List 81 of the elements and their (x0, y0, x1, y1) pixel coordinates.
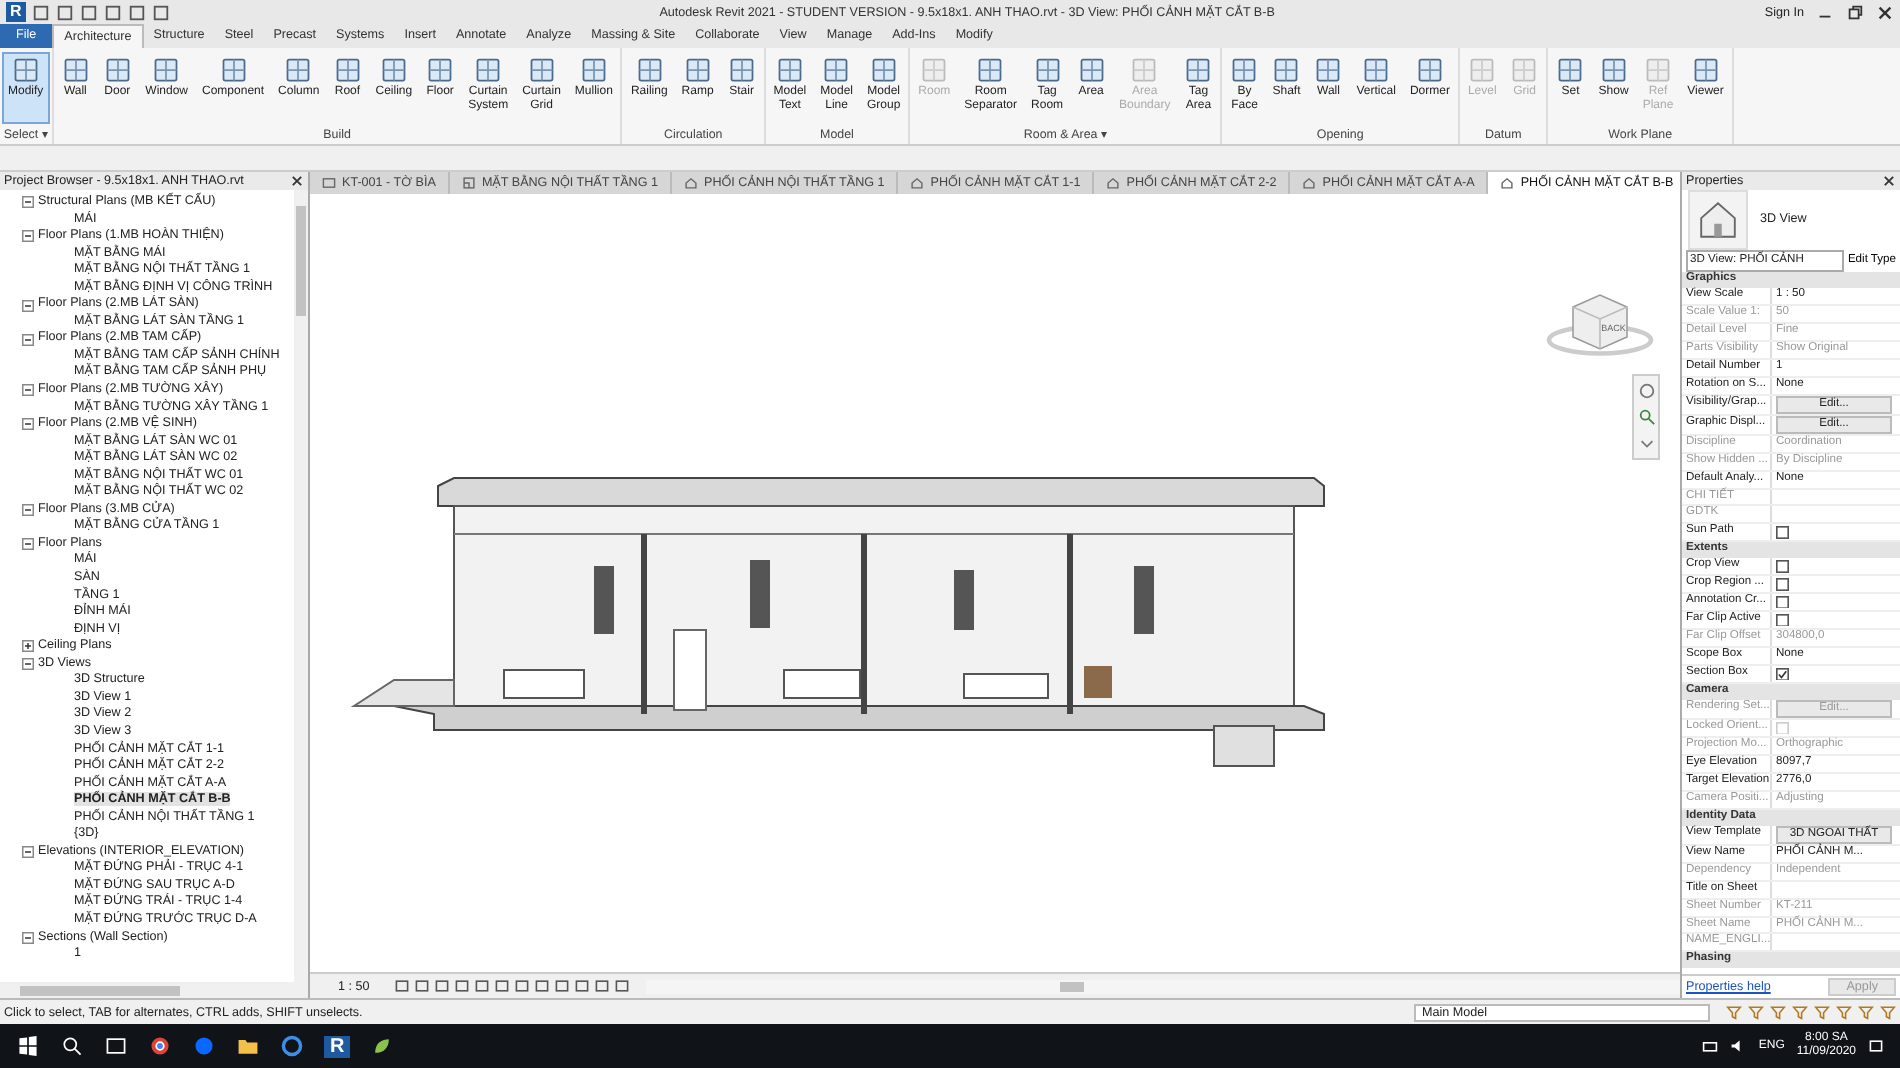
tool-icon (1077, 56, 1106, 84)
collapse-icon[interactable] (22, 333, 34, 346)
tool-icon (527, 56, 556, 84)
tool-icon (1362, 56, 1391, 84)
tool-icon (474, 56, 503, 84)
tool-icon (683, 56, 712, 84)
tool-icon (1033, 56, 1062, 84)
tool-icon (1599, 56, 1628, 84)
tool-icon (775, 56, 804, 84)
revit-taskbar-button[interactable]: R (324, 1035, 351, 1057)
collapse-icon[interactable] (22, 230, 34, 243)
tool-icon (727, 56, 756, 84)
network-icon[interactable] (1702, 1038, 1719, 1054)
tool-icon (1691, 56, 1720, 84)
chat-icon[interactable] (192, 1034, 216, 1058)
wheel-icon[interactable] (1637, 382, 1655, 400)
checkbox[interactable] (1776, 578, 1789, 592)
tool-icon (219, 56, 248, 84)
folder-icon[interactable] (236, 1034, 260, 1058)
tool-icon (976, 56, 1005, 84)
house-icon (1106, 176, 1121, 190)
close-icon[interactable] (290, 174, 304, 188)
tool-icon (1272, 56, 1301, 84)
collapse-icon[interactable] (22, 846, 34, 859)
collapse-icon[interactable] (22, 384, 34, 397)
collapse-icon[interactable] (22, 931, 34, 944)
tool-icon (635, 56, 664, 84)
close-icon[interactable] (1876, 3, 1894, 21)
tool-icon (1130, 56, 1159, 84)
tool-icon (579, 56, 608, 84)
tool-icon (1643, 56, 1672, 84)
globe-icon[interactable] (280, 1034, 304, 1058)
search-icon[interactable] (60, 1034, 84, 1058)
collapse-icon[interactable] (22, 538, 34, 551)
tool-icon (152, 56, 181, 84)
tool-icon (1230, 56, 1259, 84)
tool-icon (1314, 56, 1343, 84)
notification-icon[interactable] (1868, 1038, 1884, 1054)
tool-icon (284, 56, 313, 84)
tool-icon (1184, 56, 1213, 84)
house-icon (1302, 176, 1317, 190)
scrollbar[interactable] (0, 982, 308, 998)
tool-icon (426, 56, 455, 84)
app-logo[interactable]: R (6, 2, 26, 22)
close-icon[interactable] (1882, 174, 1896, 188)
leaf-icon[interactable] (370, 1034, 395, 1058)
windows-icon[interactable] (16, 1034, 40, 1058)
tool-icon (1415, 56, 1444, 84)
checked-checkbox[interactable] (1776, 667, 1789, 681)
house-icon (684, 176, 698, 190)
zoom-icon[interactable] (1637, 408, 1655, 426)
tool-icon (920, 56, 949, 84)
collapse-icon[interactable] (22, 504, 34, 517)
tool-icon (1468, 56, 1497, 84)
plan-icon (461, 176, 476, 190)
scrollbar[interactable] (294, 190, 308, 982)
scrollbar[interactable] (645, 979, 1680, 993)
task-view-icon[interactable] (104, 1034, 128, 1058)
house-icon (1500, 176, 1515, 190)
house-icon (910, 176, 925, 190)
tool-icon (1556, 56, 1585, 84)
collapse-icon[interactable] (22, 299, 34, 312)
collapse-icon[interactable] (22, 418, 34, 431)
checkbox[interactable] (1776, 595, 1789, 609)
expand-icon[interactable] (22, 640, 34, 653)
checkbox[interactable] (1776, 526, 1789, 540)
checkbox[interactable] (1776, 613, 1789, 627)
collapse-icon[interactable] (22, 658, 34, 671)
restore-icon[interactable] (1846, 3, 1864, 21)
tool-icon (61, 56, 90, 84)
tool-icon (1510, 56, 1539, 84)
collapse-icon[interactable] (22, 196, 34, 209)
checkbox[interactable] (1776, 560, 1789, 574)
tool-icon (822, 56, 851, 84)
tool-icon (11, 56, 40, 84)
browser-icon[interactable] (148, 1034, 172, 1058)
tool-icon (869, 56, 898, 84)
tool-icon (379, 56, 408, 84)
tool-icon (333, 56, 362, 84)
sheet-icon (322, 176, 336, 190)
tool-icon (103, 56, 132, 84)
